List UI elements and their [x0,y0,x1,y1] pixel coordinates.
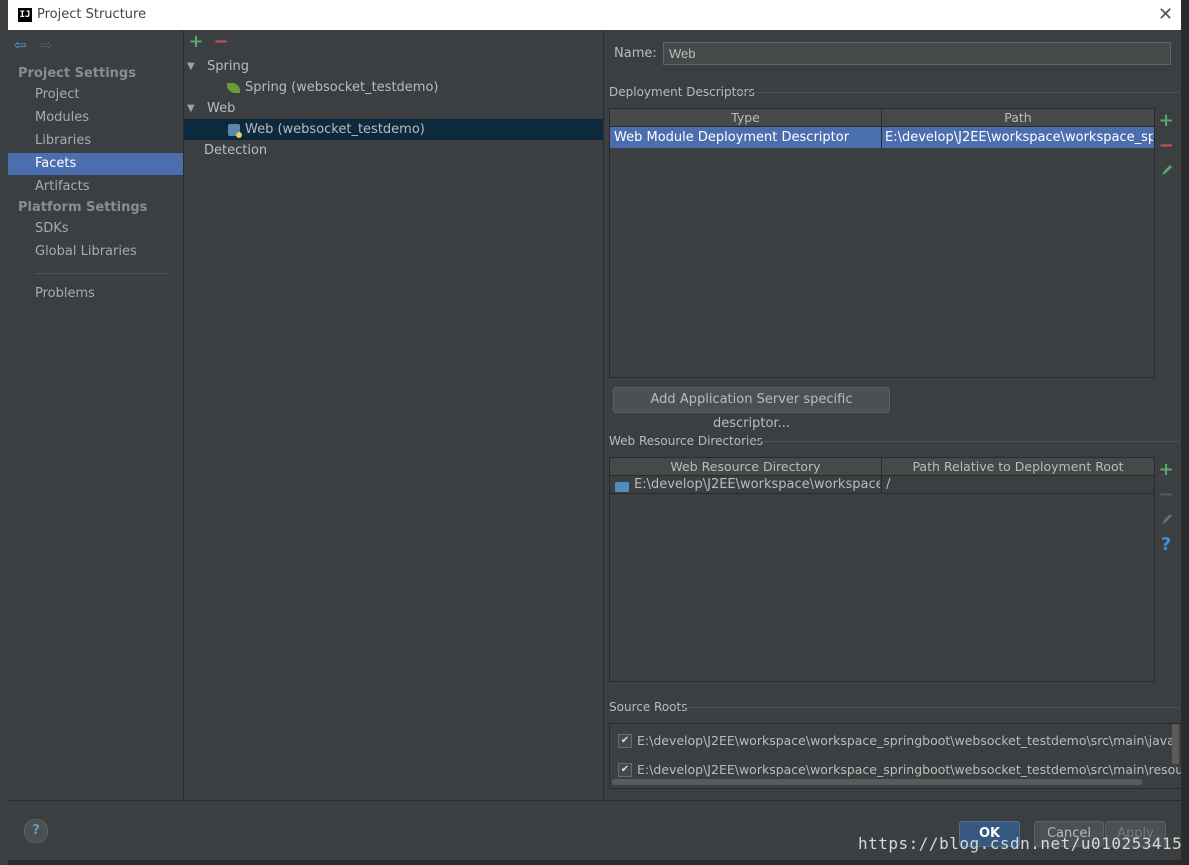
tree-node-web-module[interactable]: Web (websocket_testdemo) [184,119,603,140]
platform-settings-heading: Platform Settings [18,200,148,215]
tree-node-label: Spring [207,59,249,74]
folder-icon [615,481,629,492]
help-icon[interactable]: ? [24,819,48,843]
tree-node-label: Detection [204,143,268,158]
sidebar-item-sdks[interactable]: SDKs [8,218,183,240]
source-root-checkbox[interactable]: ✔ [618,763,632,777]
column-header-type[interactable]: Type [610,109,882,127]
sidebar-item-project[interactable]: Project [8,84,183,106]
source-root-checkbox[interactable]: ✔ [618,734,632,748]
sidebar-item-artifacts[interactable]: Artifacts [8,176,183,198]
facet-editor: Name: Deployment Descriptors Type Path W… [604,30,1182,799]
list-item[interactable]: ✔ E:\develop\J2EE\workspace\workspace_sp… [610,730,1175,752]
project-structure-dialog: ⇦ ⇨ Project Settings Project Modules Lib… [8,30,1182,860]
title-bar: IJ Project Structure ✕ [8,0,1181,30]
window-title: Project Structure [37,7,147,22]
background-window-edge [0,0,8,865]
source-roots-heading: Source Roots [609,700,688,714]
column-header-path[interactable]: Path [882,109,1155,127]
section-rule [684,707,1179,708]
help-question-icon[interactable]: ? [1157,534,1175,555]
back-arrow-icon[interactable]: ⇦ [14,36,27,54]
spring-leaf-icon [227,82,240,93]
list-item[interactable]: ✔ E:\develop\J2EE\workspace\workspace_sp… [610,759,1181,781]
tree-node-spring[interactable]: ▼ Spring [184,56,603,77]
descriptor-type-cell: Web Module Deployment Descriptor [614,127,880,148]
section-rule [736,92,1179,93]
add-resource-icon[interactable]: + [1157,459,1175,480]
tree-node-spring-module[interactable]: Spring (websocket_testdemo) [184,77,603,98]
tree-node-web[interactable]: ▼ Web [184,98,603,119]
add-server-descriptor-button[interactable]: Add Application Server specific descript… [613,387,890,431]
tree-node-label: Spring (websocket_testdemo) [245,80,439,95]
remove-descriptor-icon[interactable]: − [1157,135,1175,156]
project-settings-heading: Project Settings [18,66,136,81]
edit-descriptor-icon[interactable] [1161,164,1173,180]
sidebar-item-problems[interactable]: Problems [8,283,183,305]
web-resource-directories-heading: Web Resource Directories [609,434,763,448]
close-icon[interactable]: ✕ [1158,4,1173,25]
sidebar: ⇦ ⇨ Project Settings Project Modules Lib… [8,30,184,799]
expand-triangle-icon[interactable]: ▼ [187,98,195,119]
web-resource-table: Web Resource Directory Path Relative to … [609,457,1155,682]
forward-arrow-icon[interactable]: ⇨ [40,36,53,54]
sidebar-item-libraries[interactable]: Libraries [8,130,183,152]
resource-directory-cell: E:\develop\J2EE\workspace\workspace_... [634,477,880,492]
remove-resource-icon[interactable]: − [1157,484,1175,505]
sidebar-divider [35,273,170,274]
remove-facet-icon[interactable]: − [212,31,230,52]
app-logo-icon: IJ [18,8,32,22]
add-facet-icon[interactable]: + [187,31,205,52]
relative-path-cell: / [886,477,891,492]
source-root-path: E:\develop\J2EE\workspace\workspace_spri… [637,762,1182,777]
table-row[interactable]: E:\develop\J2EE\workspace\workspace_... … [610,476,1154,494]
facets-tree-panel: + − ▼ Spring Spring (websocket_testdemo)… [184,30,604,799]
deployment-descriptors-table: Type Path Web Module Deployment Descript… [609,108,1155,378]
source-roots-list: ✔ E:\develop\J2EE\workspace\workspace_sp… [609,723,1182,789]
sidebar-item-global-libraries[interactable]: Global Libraries [8,241,183,263]
source-root-path: E:\develop\J2EE\workspace\workspace_spri… [637,733,1175,748]
table-row[interactable]: Web Module Deployment Descriptor E:\deve… [610,127,1154,148]
edit-resource-icon[interactable] [1161,513,1173,529]
tree-node-label: Web [207,101,236,116]
expand-triangle-icon[interactable]: ▼ [187,56,195,77]
vertical-scrollbar[interactable] [1172,724,1179,764]
tree-node-detection[interactable]: Detection [184,140,603,161]
add-descriptor-icon[interactable]: + [1157,110,1175,131]
name-label: Name: [614,46,657,61]
section-rule [751,441,1179,442]
tree-node-label: Web (websocket_testdemo) [245,122,425,137]
name-input[interactable] [663,42,1171,65]
horizontal-scrollbar[interactable] [612,779,1142,785]
descriptor-path-cell: E:\develop\J2EE\workspace\workspace_spri… [885,127,1153,148]
sidebar-item-facets[interactable]: Facets [8,153,183,175]
web-facet-icon [228,123,242,138]
sidebar-item-modules[interactable]: Modules [8,107,183,129]
deployment-descriptors-heading: Deployment Descriptors [609,85,755,99]
watermark-text: https://blog.csdn.net/u010253415 [858,834,1183,853]
